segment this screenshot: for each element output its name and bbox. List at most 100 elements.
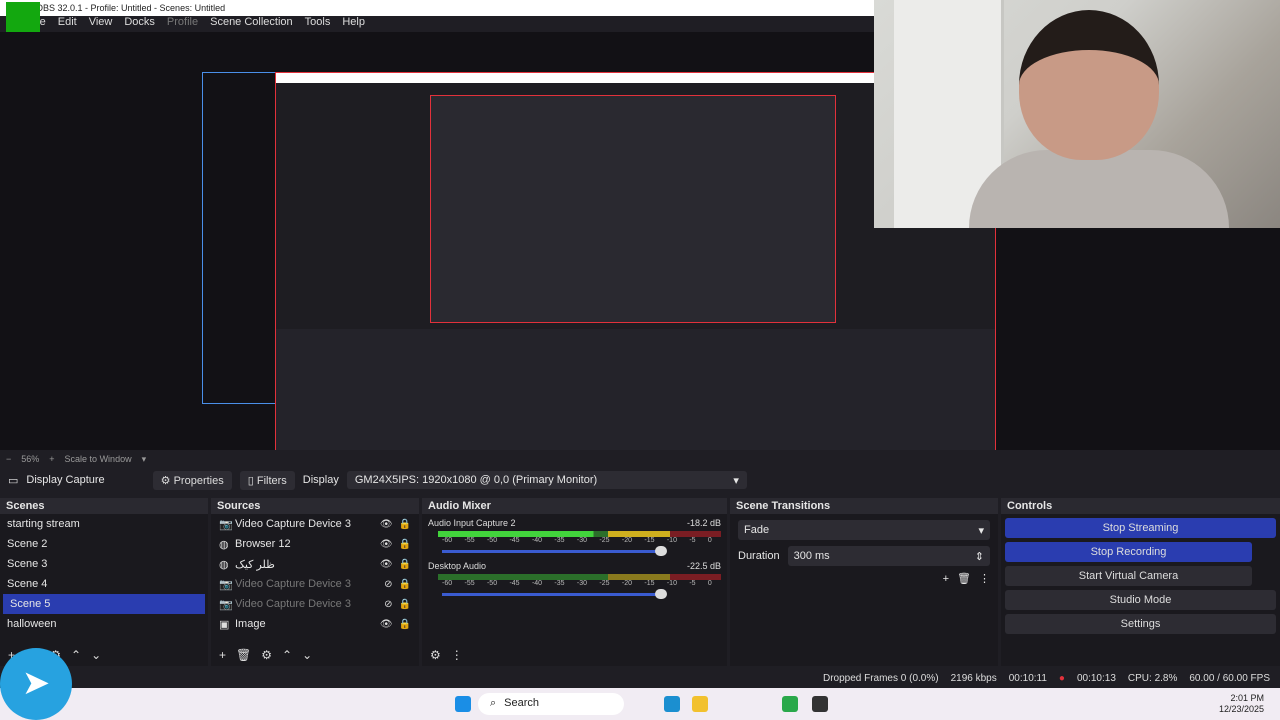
mixer-settings-icon[interactable]: ⚙ xyxy=(430,648,441,662)
volume-slider[interactable] xyxy=(442,589,667,599)
move-up-icon[interactable]: ⌃ xyxy=(282,648,292,662)
volume-knob[interactable] xyxy=(655,589,667,599)
menu-docks[interactable]: Docks xyxy=(124,16,155,32)
volume-slider[interactable] xyxy=(442,546,667,556)
chevron-down-icon: ▾ xyxy=(978,525,984,537)
source-item[interactable]: ◍ Browser 12 👁 🔒 xyxy=(211,534,419,554)
menu-edit[interactable]: Edit xyxy=(58,16,77,32)
lock-icon[interactable]: 🔒 xyxy=(399,539,411,550)
start-icon[interactable] xyxy=(455,696,471,712)
stop-recording-button[interactable]: Stop Recording xyxy=(1005,542,1252,562)
filters-button[interactable]: ▯ Filters xyxy=(239,470,295,490)
volume-knob[interactable] xyxy=(655,546,667,556)
nested-preview xyxy=(430,95,836,323)
obs-icon[interactable] xyxy=(812,696,828,712)
mixer-channel-header: Desktop Audio -22.5 dB xyxy=(428,561,721,571)
tick-label: -20 xyxy=(621,537,632,544)
duration-input[interactable]: 300 ms ⇕ xyxy=(787,546,990,566)
lock-icon[interactable]: 🔒 xyxy=(399,519,411,530)
tick-label: -10 xyxy=(666,580,677,587)
tick-label: -50 xyxy=(486,580,498,587)
tick-label: -15 xyxy=(644,580,655,587)
scene-item[interactable]: Scene 2 xyxy=(0,534,208,554)
eye-icon[interactable]: 👁 xyxy=(380,619,393,630)
source-item[interactable]: ◍ ظلر کیک 👁 🔒 xyxy=(211,554,419,574)
sources-title: Sources xyxy=(211,498,419,514)
stop-streaming-button[interactable]: Stop Streaming xyxy=(1005,518,1276,538)
telegram-icon[interactable]: ➤ xyxy=(0,648,72,720)
start-virtual-camera-button[interactable]: Start Virtual Camera xyxy=(1005,566,1252,586)
scene-item[interactable]: Scene 4 xyxy=(0,574,208,594)
eye-hidden-icon[interactable]: ⊘ xyxy=(384,579,392,590)
bitrate: 2196 kbps xyxy=(950,672,997,684)
lock-icon[interactable]: 🔒 xyxy=(399,579,411,590)
folder-icon[interactable] xyxy=(692,696,708,712)
zoom-out-icon[interactable]: − xyxy=(6,454,11,468)
properties-button[interactable]: ⚙ Properties xyxy=(152,470,232,490)
scale-mode-select[interactable]: Scale to Window xyxy=(65,454,132,468)
eye-icon[interactable]: 👁 xyxy=(380,539,393,550)
clock[interactable]: 2:01 PM 12/23/2025 xyxy=(1219,693,1264,715)
chrome-icon[interactable] xyxy=(782,696,798,712)
transition-select[interactable]: Fade ▾ xyxy=(738,520,990,540)
webcam-overlay[interactable] xyxy=(874,0,1280,228)
settings-button[interactable]: Settings xyxy=(1005,614,1276,634)
source-toolbar: ▭ Display Capture ⚙ Properties ▯ Filters… xyxy=(0,468,1280,492)
eye-hidden-icon[interactable]: ⊘ xyxy=(384,599,392,610)
transition-menu-icon[interactable]: ⋮ xyxy=(979,572,990,585)
scene-item[interactable]: starting stream xyxy=(0,514,208,534)
menu-tools[interactable]: Tools xyxy=(305,16,331,32)
display-select[interactable]: GM24X5IPS: 1920x1080 @ 0,0 (Primary Moni… xyxy=(346,471,747,489)
clock-time: 2:01 PM xyxy=(1230,693,1264,703)
sources-dock: Sources 📷 Video Capture Device 3 👁 🔒 ◍ Browse… xyxy=(211,498,419,666)
lock-icon[interactable]: 🔒 xyxy=(399,619,411,630)
display-value: GM24X5IPS: 1920x1080 @ 0,0 (Primary Moni… xyxy=(354,474,598,486)
source-name: Display Capture xyxy=(26,474,105,486)
remove-source-icon[interactable]: 🗑 xyxy=(236,648,251,662)
chevron-down-icon[interactable]: ▾ xyxy=(142,454,147,468)
tick-label: -10 xyxy=(666,537,677,544)
menu-scene-collection[interactable]: Scene Collection xyxy=(210,16,293,32)
remove-transition-icon[interactable]: 🗑 xyxy=(957,572,971,585)
source-item[interactable]: ▣ Image 👁 🔒 xyxy=(211,614,419,634)
lock-icon[interactable]: 🔒 xyxy=(399,559,411,570)
status-bar: Dropped Frames 0 (0.0%) 2196 kbps 00:10:… xyxy=(0,668,1280,688)
menu-view[interactable]: View xyxy=(89,16,113,32)
move-up-icon[interactable]: ⌃ xyxy=(71,648,81,662)
source-settings-icon[interactable]: ⚙ xyxy=(261,648,272,662)
meter-ticks: -60 -55 -50 -45 -40 -35 -30 -25 -20 -15 -10 -5 0 xyxy=(442,580,712,587)
source-item[interactable]: 📷 Video Capture Device 3 ⊘ 🔒 xyxy=(211,594,419,614)
controls-dock: Controls Stop Streaming Stop Recording S… xyxy=(1001,498,1280,666)
move-down-icon[interactable]: ⌄ xyxy=(302,648,312,662)
add-source-icon[interactable]: + xyxy=(219,648,226,662)
scenes-dock: Scenes starting stream Scene 2 Scene 3 Scen… xyxy=(0,498,208,666)
duration-label: Duration xyxy=(738,550,780,562)
mixer-menu-icon[interactable]: ⋮ xyxy=(451,648,463,662)
source-item[interactable]: 📷 Video Capture Device 3 👁 🔒 xyxy=(211,514,419,534)
edge-icon[interactable] xyxy=(664,696,680,712)
globe-icon: ◍ xyxy=(219,558,229,571)
tick-label: -5 xyxy=(689,580,696,587)
lock-icon[interactable]: 🔒 xyxy=(399,599,411,610)
tick-label: -50 xyxy=(486,537,498,544)
webcam-person-body xyxy=(969,150,1229,228)
eye-icon[interactable]: 👁 xyxy=(380,519,393,530)
taskbar-search[interactable]: ⌕ Search xyxy=(478,693,624,715)
menu-help[interactable]: Help xyxy=(342,16,365,32)
add-transition-icon[interactable]: + xyxy=(943,573,949,585)
scene-item[interactable]: Scene 5 xyxy=(3,594,205,614)
menu-profile[interactable]: Profile xyxy=(167,16,198,32)
tick-label: -55 xyxy=(464,580,475,587)
studio-mode-button[interactable]: Studio Mode xyxy=(1005,590,1276,610)
scene-item[interactable]: halloween xyxy=(0,614,208,634)
move-down-icon[interactable]: ⌄ xyxy=(91,648,101,662)
source-item[interactable]: 📷 Video Capture Device 3 ⊘ 🔒 xyxy=(211,574,419,594)
stepper-icon[interactable]: ⇕ xyxy=(975,550,984,563)
controls-title: Controls xyxy=(1001,498,1280,514)
scene-item[interactable]: Scene 3 xyxy=(0,554,208,574)
eye-icon[interactable]: 👁 xyxy=(380,559,393,570)
tick-label: -55 xyxy=(464,537,475,544)
globe-icon: ◍ xyxy=(219,538,229,551)
zoom-in-icon[interactable]: + xyxy=(49,454,54,468)
transitions-title: Scene Transitions xyxy=(730,498,998,514)
